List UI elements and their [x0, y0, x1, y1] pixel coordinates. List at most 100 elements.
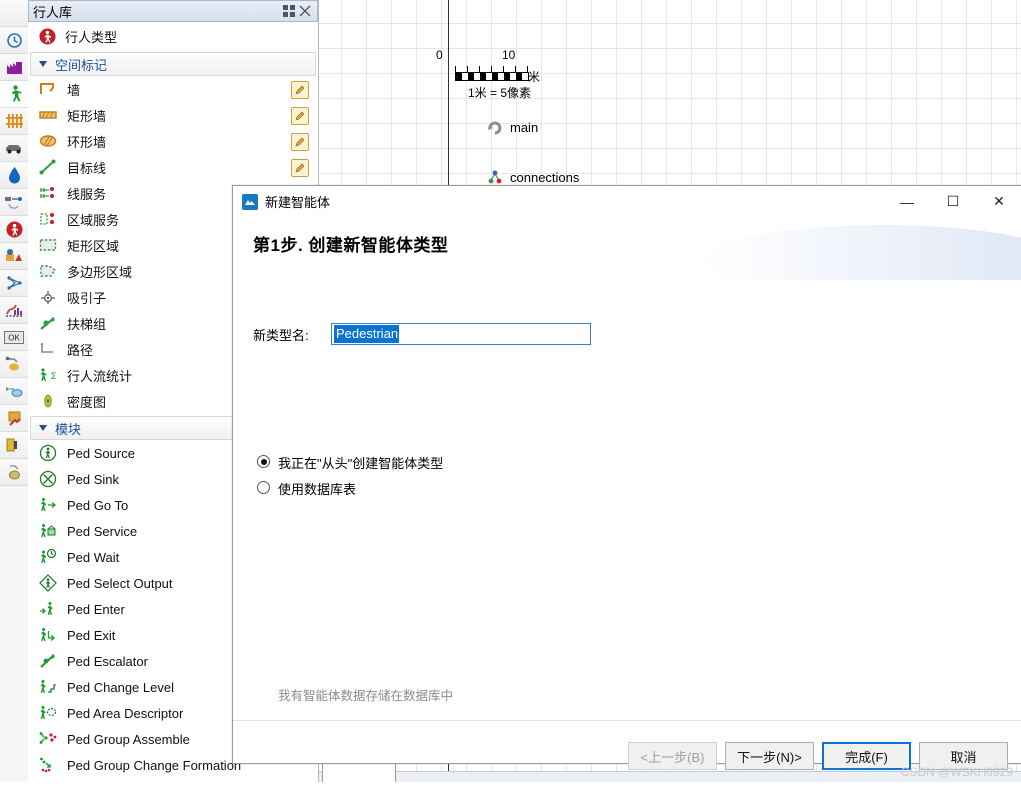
- option-from-scratch[interactable]: 我正在"从头"创建智能体类型: [257, 453, 443, 472]
- library-item-label: 吸引子: [67, 290, 107, 306]
- dialog-body: 新类型名: Pedestrian 我正在"从头"创建智能体类型 使用数据库表 我…: [233, 280, 1021, 720]
- ruler-start-label: 0: [436, 48, 443, 62]
- panel-layout-icon[interactable]: [281, 3, 297, 19]
- ped-go-to-icon: [39, 496, 57, 514]
- library-item-rect-wall[interactable]: 矩形墙: [28, 102, 318, 128]
- library-item-label: 目标线: [67, 160, 107, 176]
- attractor-icon: [39, 288, 57, 306]
- path-icon: [39, 340, 57, 358]
- library-item-label: 扶梯组: [67, 316, 107, 332]
- polygon-area-icon: [39, 262, 57, 280]
- panel-header: 行人库: [28, 0, 318, 22]
- edit-icon[interactable]: [291, 133, 309, 151]
- rail-item-agent-library[interactable]: [0, 243, 28, 270]
- rail-item-data-library[interactable]: [0, 378, 28, 405]
- rail-item-process-modeling-library[interactable]: [0, 27, 28, 54]
- rect-area-icon: [39, 236, 57, 254]
- back-button[interactable]: <上一步(B): [628, 742, 717, 770]
- edit-icon[interactable]: [291, 107, 309, 125]
- option-label: 使用数据库表: [278, 482, 357, 497]
- panel-close-icon[interactable]: [297, 3, 313, 19]
- library-item-ring-wall[interactable]: 环形墙: [28, 128, 318, 154]
- library-item-label: Ped Group Change Formation: [67, 757, 242, 773]
- canvas-node-main[interactable]: main: [486, 118, 538, 136]
- library-item-wall[interactable]: 墙: [28, 76, 318, 102]
- rail-item-controls-library[interactable]: OK: [0, 324, 28, 351]
- maximize-button[interactable]: ☐: [930, 186, 976, 217]
- ped-flow-statistics-icon: Σ: [39, 366, 57, 384]
- rail-item-blank-top[interactable]: [0, 0, 28, 27]
- library-item-label: 矩形墙: [67, 108, 107, 124]
- library-item-label: 线服务: [67, 186, 107, 202]
- new-agent-dialog[interactable]: 新建智能体 — ☐ ✕ 第1步. 创建新智能体类型 新类型名: Pedestri…: [232, 185, 1021, 770]
- connections-icon: [486, 168, 504, 186]
- rail-item-rail-library[interactable]: [0, 108, 28, 135]
- chevron-down-icon: [39, 425, 47, 431]
- rail-item-space-markup-library[interactable]: [0, 459, 28, 486]
- dialog-title-bar[interactable]: 新建智能体 — ☐ ✕: [233, 186, 1021, 217]
- scale-ruler: [455, 72, 529, 81]
- rail-item-road-traffic-library[interactable]: [0, 135, 28, 162]
- ped-select-output-icon: [39, 574, 57, 592]
- ped-change-level-icon: [39, 678, 57, 696]
- section-header-space-markup[interactable]: 空间标记: [30, 52, 316, 76]
- option-use-database-table[interactable]: 使用数据库表: [257, 479, 356, 498]
- new-type-name-input[interactable]: Pedestrian: [331, 323, 591, 345]
- option-label: 我正在"从头"创建智能体类型: [278, 456, 444, 471]
- section-label: 模块: [55, 421, 82, 437]
- minimize-button[interactable]: —: [884, 186, 930, 217]
- ped-area-descriptor-icon: [39, 704, 57, 722]
- rect-wall-icon: [39, 106, 57, 124]
- database-option-hint: 我有智能体数据存储在数据库中: [278, 689, 454, 703]
- chevron-down-icon: [39, 61, 47, 67]
- library-item-label: Ped Go To: [67, 497, 129, 513]
- rail-item-fluid-library[interactable]: [0, 54, 28, 81]
- library-item-label: Ped Group Assemble: [67, 731, 190, 747]
- ped-source-icon: [39, 444, 57, 462]
- svg-text:Σ: Σ: [51, 371, 57, 381]
- library-item-label: 多边形区域: [67, 264, 133, 280]
- ped-service-icon: [39, 522, 57, 540]
- rail-item-pedestrian-type-library[interactable]: [0, 216, 28, 243]
- scale-ratio-label: 1米 = 5像素: [468, 86, 532, 100]
- edit-icon[interactable]: [291, 81, 309, 99]
- rail-item-analysis-library[interactable]: [0, 297, 28, 324]
- ped-group-assemble-icon: [39, 730, 57, 748]
- ring-wall-icon: [39, 132, 57, 150]
- library-item-label: Ped Service: [67, 523, 138, 539]
- library-icon-rail[interactable]: OK: [0, 0, 29, 782]
- ruler-end-label: 10: [502, 48, 516, 62]
- wall-icon: [39, 80, 57, 98]
- line-service-icon: [39, 184, 57, 202]
- library-item-label: Ped Exit: [67, 627, 116, 643]
- library-item-label: 环形墙: [67, 134, 107, 150]
- svg-text:OK: OK: [8, 333, 20, 342]
- library-item-label: Ped Sink: [67, 471, 120, 487]
- pedestrian-type-icon: [38, 27, 56, 45]
- next-button[interactable]: 下一步(N)>: [725, 742, 814, 770]
- rail-item-presentation-library[interactable]: [0, 405, 28, 432]
- ped-exit-icon: [39, 626, 57, 644]
- library-item-label: Ped Enter: [67, 601, 125, 617]
- rail-item-material-handling-library[interactable]: [0, 189, 28, 216]
- canvas-node-connections[interactable]: connections: [486, 168, 579, 186]
- target-line-icon: [39, 158, 57, 176]
- rail-item-pedestrian-library[interactable]: [0, 81, 28, 108]
- library-item-label: 路径: [67, 342, 94, 358]
- dialog-footer: <上一步(B) 下一步(N)> 完成(F) 取消: [233, 720, 1021, 802]
- new-type-name-row: 新类型名: Pedestrian: [253, 323, 591, 345]
- library-item-label: Ped Escalator: [67, 653, 148, 669]
- rail-item-connectivity-library[interactable]: [0, 351, 28, 378]
- radio-database-icon: [257, 481, 270, 494]
- library-item-label: 矩形区域: [67, 238, 120, 254]
- rail-item-3d-objects-library[interactable]: [0, 432, 28, 459]
- close-button[interactable]: ✕: [976, 186, 1021, 217]
- section-label: 空间标记: [55, 57, 108, 73]
- edit-icon[interactable]: [291, 159, 309, 177]
- finish-button[interactable]: 完成(F): [822, 742, 911, 770]
- watermark: CSDN @WSKH0929: [900, 765, 1013, 779]
- rail-item-fluid-drop-library[interactable]: [0, 162, 28, 189]
- panel-item-pedestrian-type[interactable]: 行人类型: [28, 22, 318, 50]
- library-item-target-line[interactable]: 目标线: [28, 154, 318, 180]
- rail-item-network-library[interactable]: [0, 270, 28, 297]
